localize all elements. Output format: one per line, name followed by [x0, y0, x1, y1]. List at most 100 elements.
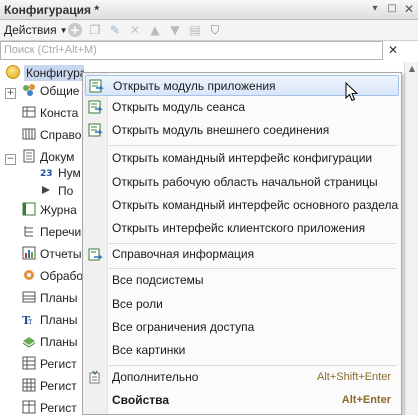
- menu-item-all-roles[interactable]: Все роли: [85, 294, 399, 315]
- menu-separator: [109, 145, 397, 146]
- svg-text:т: т: [28, 317, 33, 326]
- info-registers-icon: [22, 356, 36, 370]
- tree-item-label: Перечи: [40, 225, 82, 239]
- tree-item-journals[interactable]: Журна: [22, 199, 77, 221]
- filter-icon[interactable]: ⛉: [208, 23, 222, 37]
- vertical-scrollbar[interactable]: ▲: [404, 62, 418, 415]
- menu-item-label: Дополнительно: [112, 370, 199, 384]
- tree-item-accounting-registers[interactable]: Регист: [22, 397, 77, 415]
- tree-item-label: Конста: [40, 106, 79, 120]
- tree-item-charts-characteristics[interactable]: Планы: [22, 287, 78, 309]
- sequences-icon: [42, 186, 50, 194]
- tree-item-catalogs[interactable]: Справо: [22, 124, 81, 146]
- tree-item-constants[interactable]: Конста: [22, 102, 78, 124]
- tree-item-label: Отчеты: [40, 247, 82, 261]
- chart-of-calc-types-icon: [22, 337, 36, 348]
- svg-text:23: 23: [40, 169, 53, 179]
- panel-window-buttons: ▾ □ ✕: [368, 2, 416, 16]
- panel-pin-icon[interactable]: □: [385, 2, 399, 16]
- tree-item-label: Журна: [40, 203, 77, 217]
- tree-item-accum-registers[interactable]: Регист: [22, 375, 77, 397]
- tree-item-common[interactable]: Общие: [22, 80, 79, 102]
- menu-item-advanced[interactable]: Дополнительно Alt+Shift+Enter: [85, 367, 399, 388]
- config-root-icon: [6, 65, 20, 79]
- search-clear-icon[interactable]: ✕: [385, 42, 401, 59]
- menu-item-label: Открыть командный интерфейс основного ра…: [112, 198, 399, 212]
- journals-icon: [22, 202, 36, 216]
- menu-item-label: Все картинки: [112, 343, 186, 357]
- menu-separator: [109, 365, 397, 366]
- chevron-down-icon: ▼: [59, 26, 68, 35]
- module-icon: [88, 100, 103, 114]
- actions-menu-button[interactable]: Действия ▼: [4, 23, 68, 37]
- menu-item-open-external-connection-module[interactable]: Открыть модуль внешнего соединения: [85, 120, 399, 141]
- collapse-icon[interactable]: −: [5, 154, 16, 165]
- numerators-icon: 23: [40, 169, 53, 179]
- menu-item-label: Открыть интерфейс клиентского приложения: [112, 221, 366, 235]
- tree-item-enums[interactable]: Перечи: [22, 221, 81, 243]
- menu-item-label: Все подсистемы: [112, 273, 204, 287]
- panel-close-icon[interactable]: ✕: [402, 2, 416, 16]
- toolbar-icons: + ❐ ✎ ✕ ▲ ▼ ▤ ⛉: [68, 23, 222, 37]
- module-icon: [89, 79, 104, 93]
- tree-item-label: По: [58, 184, 74, 198]
- chart-of-characteristics-icon: [22, 291, 36, 303]
- expand-icon[interactable]: +: [5, 88, 16, 99]
- menu-item-properties[interactable]: Свойства Alt+Enter: [85, 390, 399, 411]
- menu-item-shortcut: Alt+Enter: [341, 394, 391, 406]
- menu-item-open-main-section-command-interface[interactable]: Открыть командный интерфейс основного ра…: [85, 195, 399, 216]
- tree-item-label: Нум: [58, 166, 81, 180]
- scroll-up-icon[interactable]: ▲: [406, 63, 418, 75]
- actions-label: Действия: [4, 23, 57, 37]
- tree-item-reports[interactable]: Отчеты: [22, 243, 81, 265]
- constants-icon: [22, 106, 36, 118]
- list-icon[interactable]: ▤: [188, 23, 202, 37]
- delete-icon[interactable]: ✕: [128, 23, 142, 37]
- tree-item-charts-calc-types[interactable]: Планы: [22, 331, 78, 353]
- metadata-tree: Конфигура + Общие Конста Справо − Докум …: [0, 62, 84, 415]
- menu-item-help-info[interactable]: Справочная информация: [85, 244, 399, 265]
- menu-item-all-subsystems[interactable]: Все подсистемы: [85, 270, 399, 291]
- menu-item-open-home-page-workspace[interactable]: Открыть рабочую область начальной страни…: [85, 172, 399, 193]
- menu-item-all-access-restrictions[interactable]: Все ограничения доступа: [85, 317, 399, 338]
- tree-item-label: Конфигура: [24, 65, 84, 81]
- reports-icon: [22, 246, 36, 260]
- panel-title: Конфигурация *: [4, 3, 100, 17]
- menu-item-shortcut: Alt+Shift+Enter: [317, 371, 391, 383]
- tree-item-label: Справо: [40, 128, 82, 142]
- tree-item-label: Регист: [40, 379, 77, 393]
- copy-icon[interactable]: ❐: [88, 23, 102, 37]
- menu-item-open-client-app-interface[interactable]: Открыть интерфейс клиентского приложения: [85, 218, 399, 239]
- panel-title-bar: Конфигурация * ▾ □ ✕: [0, 0, 418, 20]
- catalogs-icon: [22, 128, 36, 140]
- menu-item-all-pictures[interactable]: Все картинки: [85, 340, 399, 361]
- tree-item-label: Регист: [40, 401, 77, 415]
- enums-icon: [24, 226, 33, 237]
- tree-item-charts-accounts[interactable]: Tт Планы: [22, 309, 78, 331]
- edit-icon[interactable]: ✎: [108, 23, 122, 37]
- panel-menu-icon[interactable]: ▾: [368, 2, 382, 16]
- tree-item-info-registers[interactable]: Регист: [22, 353, 77, 375]
- menu-item-label: Открыть модуль приложения: [113, 79, 276, 93]
- common-icon: [23, 84, 35, 96]
- documents-icon: [23, 149, 35, 163]
- menu-item-label: Открыть модуль сеанса: [112, 100, 246, 114]
- tree-item-label: Регист: [40, 357, 77, 371]
- move-down-icon[interactable]: ▼: [168, 23, 182, 37]
- tree-item-label: Планы: [40, 291, 78, 305]
- tree-item-processors[interactable]: Обрабо: [22, 265, 83, 287]
- extra-icon: [89, 370, 100, 384]
- menu-item-label: Открыть рабочую область начальной страни…: [112, 175, 378, 189]
- processors-icon: [24, 270, 34, 280]
- tree-item-label: Обрабо: [40, 269, 84, 283]
- accum-registers-icon: [22, 378, 36, 392]
- add-icon[interactable]: +: [68, 23, 82, 37]
- menu-item-open-config-command-interface[interactable]: Открыть командный интерфейс конфигурации: [85, 148, 399, 169]
- tree-item-label: Общие: [40, 84, 80, 98]
- menu-item-label: Все ограничения доступа: [112, 320, 255, 334]
- help-icon: [88, 248, 103, 261]
- context-menu: Открыть модуль приложения Открыть модуль…: [82, 72, 402, 415]
- search-input[interactable]: [1, 42, 377, 58]
- move-up-icon[interactable]: ▲: [148, 23, 162, 37]
- accounting-registers-icon: [22, 400, 36, 414]
